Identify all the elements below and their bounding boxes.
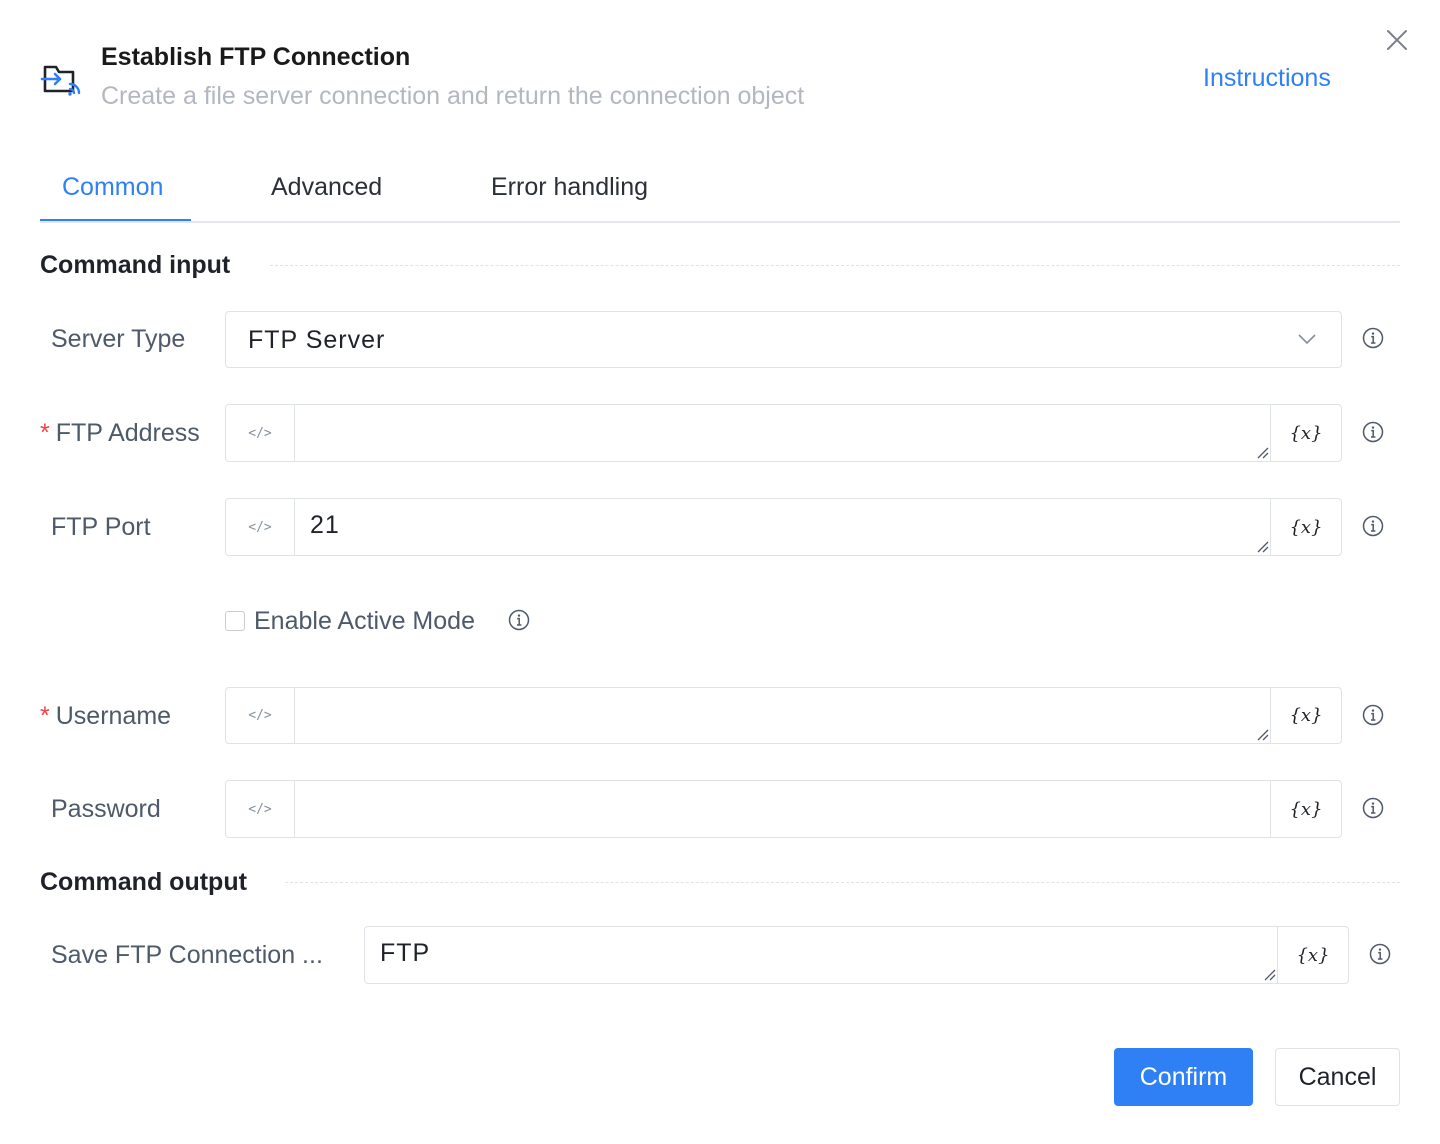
folder-connection-icon	[40, 65, 81, 96]
cancel-button[interactable]: Cancel	[1275, 1048, 1400, 1106]
password-label: Password	[51, 795, 161, 823]
resize-handle-icon[interactable]	[1255, 445, 1269, 459]
required-mark: *	[40, 702, 50, 730]
close-icon[interactable]	[1383, 26, 1411, 54]
info-icon[interactable]	[1362, 421, 1384, 443]
required-mark: *	[40, 419, 50, 447]
info-icon[interactable]	[1369, 943, 1391, 965]
section-command-input: Command input	[40, 251, 231, 279]
info-icon[interactable]	[508, 609, 530, 631]
insert-variable-button[interactable]: {x}	[1270, 405, 1341, 461]
dialog-title: Establish FTP Connection	[101, 43, 411, 71]
server-type-value: FTP Server	[248, 326, 386, 354]
username-field[interactable]: </> {x}	[225, 687, 1342, 744]
tab-advanced[interactable]: Advanced	[271, 170, 382, 204]
code-mode-icon[interactable]: </>	[226, 688, 295, 743]
tab-common[interactable]: Common	[62, 170, 163, 204]
save-connection-label: Save FTP Connection ...	[51, 941, 323, 969]
insert-variable-button[interactable]: {x}	[1277, 927, 1348, 983]
insert-variable-button[interactable]: {x}	[1270, 688, 1341, 743]
resize-handle-icon[interactable]	[1262, 967, 1276, 981]
active-tab-indicator	[40, 219, 191, 221]
active-mode-label[interactable]: Enable Active Mode	[254, 604, 475, 638]
tabs-divider	[40, 221, 1400, 223]
code-mode-icon[interactable]: </>	[226, 499, 295, 555]
save-connection-field[interactable]: FTP {x}	[364, 926, 1349, 984]
ftp-address-field[interactable]: </> {x}	[225, 404, 1342, 462]
server-type-label: Server Type	[51, 325, 186, 353]
username-label: * Username	[40, 702, 172, 730]
tab-error-handling[interactable]: Error handling	[491, 170, 648, 204]
info-icon[interactable]	[1362, 797, 1384, 819]
save-connection-input[interactable]: FTP	[380, 936, 430, 970]
dialog-subtitle: Create a file server connection and retu…	[101, 82, 805, 110]
section-divider	[270, 265, 1400, 266]
password-field[interactable]: </> {x}	[225, 780, 1342, 838]
server-type-select[interactable]: FTP Server	[225, 311, 1342, 368]
code-mode-icon[interactable]: </>	[226, 405, 295, 461]
insert-variable-button[interactable]: {x}	[1270, 781, 1341, 837]
section-divider	[285, 882, 1400, 883]
ftp-port-field[interactable]: </> 21 {x}	[225, 498, 1342, 556]
instructions-link[interactable]: Instructions	[1203, 61, 1331, 95]
insert-variable-button[interactable]: {x}	[1270, 499, 1341, 555]
section-command-output: Command output	[40, 868, 247, 896]
resize-handle-icon[interactable]	[1255, 539, 1269, 553]
ftp-port-input[interactable]: 21	[310, 508, 340, 542]
info-icon[interactable]	[1362, 704, 1384, 726]
resize-handle-icon[interactable]	[1255, 727, 1269, 741]
active-mode-checkbox[interactable]	[225, 611, 245, 631]
info-icon[interactable]	[1362, 515, 1384, 537]
chevron-down-icon	[1298, 334, 1316, 345]
info-icon[interactable]	[1362, 327, 1384, 349]
code-mode-icon[interactable]: </>	[226, 781, 295, 837]
ftp-port-label: FTP Port	[51, 513, 151, 541]
ftp-address-label: * FTP Address	[40, 419, 200, 447]
confirm-button[interactable]: Confirm	[1114, 1048, 1253, 1106]
